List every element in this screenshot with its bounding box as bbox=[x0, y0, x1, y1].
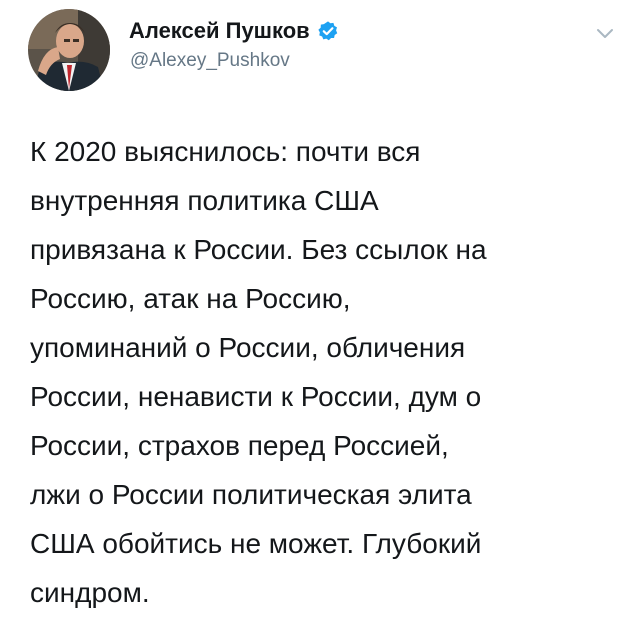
author-name-row: Алексей Пушков bbox=[129, 16, 339, 46]
tweet-text-line: лжи о России политическая элита bbox=[30, 479, 472, 510]
verified-badge-icon bbox=[317, 20, 339, 42]
author-avatar[interactable] bbox=[28, 9, 110, 91]
tweet-text: К 2020 выяснилось: почти вся внутренняя … bbox=[30, 127, 620, 617]
tweet-text-line: внутренняя политика США bbox=[30, 185, 379, 216]
tweet-text-line: Россию, атак на Россию, bbox=[30, 283, 351, 314]
tweet-text-line: К 2020 выяснилось: почти вся bbox=[30, 136, 421, 167]
avatar-photo bbox=[28, 9, 110, 91]
tweet-text-line: России, ненависти к России, дум о bbox=[30, 381, 482, 412]
tweet-text-line: синдром. bbox=[30, 577, 150, 608]
tweet-text-line: привязана к России. Без ссылок на bbox=[30, 234, 487, 265]
tweet-text-line: России, страхов перед Россией, bbox=[30, 430, 449, 461]
chevron-down-icon[interactable] bbox=[594, 22, 616, 44]
tweet-card: Алексей Пушков @Alexey_Pushkov К 2020 вы… bbox=[0, 0, 640, 625]
tweet-text-line: США обойтись не может. Глубокий bbox=[30, 528, 482, 559]
author-handle[interactable]: @Alexey_Pushkov bbox=[130, 50, 290, 72]
tweet-text-line: упоминаний о России, обличения bbox=[30, 332, 466, 363]
author-display-name[interactable]: Алексей Пушков bbox=[129, 18, 310, 44]
